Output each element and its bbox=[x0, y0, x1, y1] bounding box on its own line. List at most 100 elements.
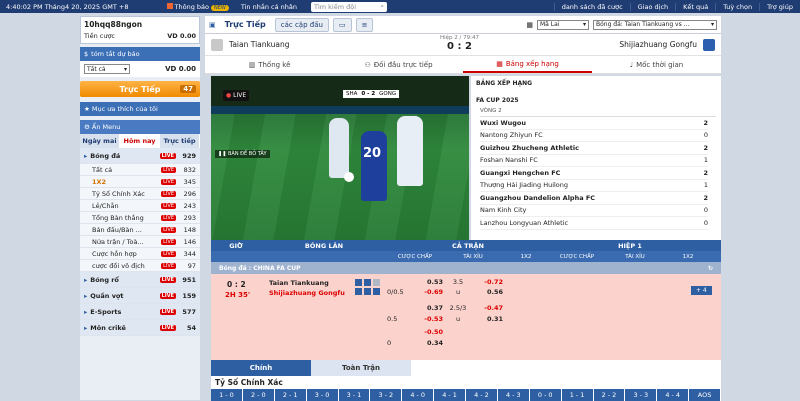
hide-menu-item[interactable]: ⚙ Ẩn Menu bbox=[80, 120, 200, 134]
ou-odds[interactable] bbox=[473, 328, 503, 336]
personal-message-link[interactable]: Tin nhắn cá nhân bbox=[235, 3, 303, 11]
favorites-item[interactable]: ★ Mục ưa thích của tôi bbox=[80, 102, 200, 116]
screen-icon[interactable]: ▭ bbox=[332, 17, 352, 32]
live-video[interactable]: ● LIVE SHA 0 - 2 GONG 20 ❚❚ BÀN ĐẾ BỎ TÂY bbox=[211, 76, 469, 240]
exact-score-cell[interactable]: 0 - 0 bbox=[530, 389, 562, 401]
sport-item-count: 577 bbox=[182, 307, 196, 316]
exact-score-cell[interactable]: 4 - 2 bbox=[466, 389, 498, 401]
more-markets-button[interactable]: + 4 bbox=[691, 286, 712, 295]
handicap-odds[interactable]: 0.53 bbox=[413, 278, 443, 286]
handicap-odds[interactable]: 0.37 bbox=[413, 304, 443, 312]
help-link[interactable]: Trợ giúp bbox=[759, 2, 800, 11]
stats-icon[interactable] bbox=[355, 279, 362, 286]
tab-live[interactable]: Trực tiếp bbox=[160, 134, 200, 148]
tab-live-main[interactable]: Trực Tiếp bbox=[220, 18, 271, 31]
exact-score-cell[interactable]: 1 - 1 bbox=[562, 389, 594, 401]
market-item[interactable]: cược đối vô địch LIVE 97 bbox=[80, 260, 200, 272]
username: 10hqq88ngon bbox=[84, 20, 143, 29]
handicap-odds[interactable]: -0.53 bbox=[413, 315, 443, 323]
live-tag: LIVE bbox=[161, 250, 176, 257]
ou-odds[interactable]: -0.72 bbox=[473, 278, 503, 286]
sport-item[interactable]: ▸ Môn crikê LIVE 54 bbox=[80, 320, 200, 336]
info-icon[interactable] bbox=[364, 288, 371, 295]
live-count: 47 bbox=[180, 85, 196, 93]
tab-today[interactable]: Hôm nay bbox=[120, 134, 160, 148]
match-select[interactable]: Bóng đá: Taian Tiankuang vs ... ▾ bbox=[593, 19, 717, 30]
exact-score-cell[interactable]: 4 - 3 bbox=[498, 389, 530, 401]
live-tag: LIVE bbox=[161, 202, 176, 209]
tab-full-match[interactable]: Toàn Trận bbox=[311, 360, 411, 376]
exact-score-cell[interactable]: 4 - 4 bbox=[657, 389, 690, 401]
refresh-icon[interactable]: ↻ bbox=[708, 265, 713, 272]
sport-item-count: 54 bbox=[186, 323, 196, 332]
sport-item[interactable]: ▸ Bóng đá LIVE 929 bbox=[80, 148, 200, 164]
results-link[interactable]: Kết quả bbox=[675, 2, 715, 11]
exact-score-cell[interactable]: 1 - 0 bbox=[211, 389, 243, 401]
ou-line bbox=[443, 339, 473, 347]
star-icon[interactable] bbox=[373, 279, 380, 286]
handicap-value bbox=[387, 304, 413, 312]
options-link[interactable]: Tuỳ chọn bbox=[715, 2, 759, 11]
exact-score-cell[interactable]: 4 - 1 bbox=[434, 389, 466, 401]
tab-pairs[interactable]: các cặp đấu bbox=[274, 17, 329, 32]
ou-odds[interactable] bbox=[473, 339, 503, 347]
market-item[interactable]: 1X2 LIVE 345 bbox=[80, 176, 200, 188]
chevron-down-icon: ▾ bbox=[710, 21, 714, 28]
odds-line: 0/0.5 -0.69 u 0.56 bbox=[387, 288, 557, 296]
league-row: Bóng đá : CHINA FA CUP ↻ bbox=[211, 262, 721, 274]
notice-link[interactable]: Thông báo NEW bbox=[161, 2, 235, 11]
tab-h2h[interactable]: ⚇ Đối đầu trực tiếp bbox=[334, 56, 463, 73]
exact-score-cell[interactable]: 2 - 1 bbox=[275, 389, 307, 401]
odds-time: 2H 35' bbox=[225, 291, 251, 299]
standings-row: Wuxi Wugou 2 bbox=[480, 117, 708, 130]
league-select[interactable]: Mã Lai ▾ bbox=[537, 19, 589, 30]
new-badge: NEW bbox=[210, 4, 229, 11]
summary-header[interactable]: $ tóm tắt dự báo bbox=[80, 47, 200, 61]
info-tabs: ▥ Thống kê ⚇ Đối đầu trực tiếp ▦ Bảng xếp h… bbox=[205, 56, 721, 74]
tab-tomorrow[interactable]: Ngày mai bbox=[80, 134, 120, 148]
handicap-odds[interactable]: 0.34 bbox=[413, 339, 443, 347]
exact-score-cell[interactable]: 2 - 2 bbox=[594, 389, 626, 401]
market-item[interactable]: Tỷ Số Chính Xác LIVE 296 bbox=[80, 188, 200, 200]
handicap-odds[interactable]: -0.69 bbox=[413, 288, 443, 296]
sport-item-count: 296 bbox=[183, 189, 196, 198]
exact-score-cell[interactable]: 3 - 1 bbox=[339, 389, 371, 401]
ou-odds[interactable]: 0.31 bbox=[473, 315, 503, 323]
live-button[interactable]: Trực Tiếp 47 bbox=[80, 81, 200, 97]
sport-item-label: Quần vợt bbox=[90, 291, 124, 300]
exact-score-cell[interactable]: AOS bbox=[689, 389, 721, 401]
col-full: CẢ TRẬN bbox=[452, 241, 484, 250]
sport-item[interactable]: ▸ E-Sports LIVE 577 bbox=[80, 304, 200, 320]
team-search-input[interactable]: Tìm kiếm đội ⌕ bbox=[310, 1, 387, 12]
standings-team: Guangzhou Dandelion Alpha FC bbox=[480, 193, 596, 202]
sport-item-count: 148 bbox=[183, 225, 196, 234]
sport-item[interactable]: ▸ Quần vợt LIVE 159 bbox=[80, 288, 200, 304]
tab-stats[interactable]: ▥ Thống kê bbox=[205, 56, 334, 73]
transactions-link[interactable]: Giao dịch bbox=[629, 2, 676, 11]
sport-item[interactable]: ▸ Bóng rổ LIVE 951 bbox=[80, 272, 200, 288]
market-item[interactable]: Nửa trận / Toà... LIVE 146 bbox=[80, 236, 200, 248]
ou-odds[interactable]: 0.56 bbox=[473, 288, 503, 296]
bet-list-link[interactable]: danh sách đã cược bbox=[553, 2, 630, 11]
exact-score-cell[interactable]: 3 - 3 bbox=[625, 389, 658, 401]
market-item[interactable]: Lẻ/Chẵn LIVE 243 bbox=[80, 200, 200, 212]
tv-icon[interactable] bbox=[355, 288, 362, 295]
market-item[interactable]: Tổng Bàn thắng LIVE 293 bbox=[80, 212, 200, 224]
exact-score-cell[interactable]: 3 - 2 bbox=[370, 389, 403, 401]
odds-header: GIỜ BÓNG LĂN CẢ TRẬN HIỆP 1 CƯỢC CHẤP TÀ… bbox=[211, 240, 721, 262]
market-item[interactable]: Bán đấu/Bàn ... LIVE 148 bbox=[80, 224, 200, 236]
tab-standings[interactable]: ▦ Bảng xếp hạng bbox=[463, 56, 592, 73]
market-item[interactable]: Tất cả LIVE 832 bbox=[80, 164, 200, 176]
handicap-odds[interactable]: -0.50 bbox=[413, 328, 443, 336]
summary-filter-select[interactable]: Tất cả ▾ bbox=[84, 64, 130, 74]
pin-icon[interactable] bbox=[373, 288, 380, 295]
list-icon[interactable]: ≡ bbox=[355, 17, 374, 32]
exact-score-cell[interactable]: 2 - 0 bbox=[243, 389, 275, 401]
exact-score-cell[interactable]: 3 - 0 bbox=[307, 389, 339, 401]
market-item[interactable]: Cược hỗn hợp LIVE 344 bbox=[80, 248, 200, 260]
tab-main-market[interactable]: Chính bbox=[211, 360, 311, 376]
ou-odds[interactable]: -0.47 bbox=[473, 304, 503, 312]
chart-icon[interactable] bbox=[364, 279, 371, 286]
exact-score-cell[interactable]: 4 - 0 bbox=[402, 389, 435, 401]
tab-timeline[interactable]: ♩ Mốc thời gian bbox=[592, 56, 721, 73]
